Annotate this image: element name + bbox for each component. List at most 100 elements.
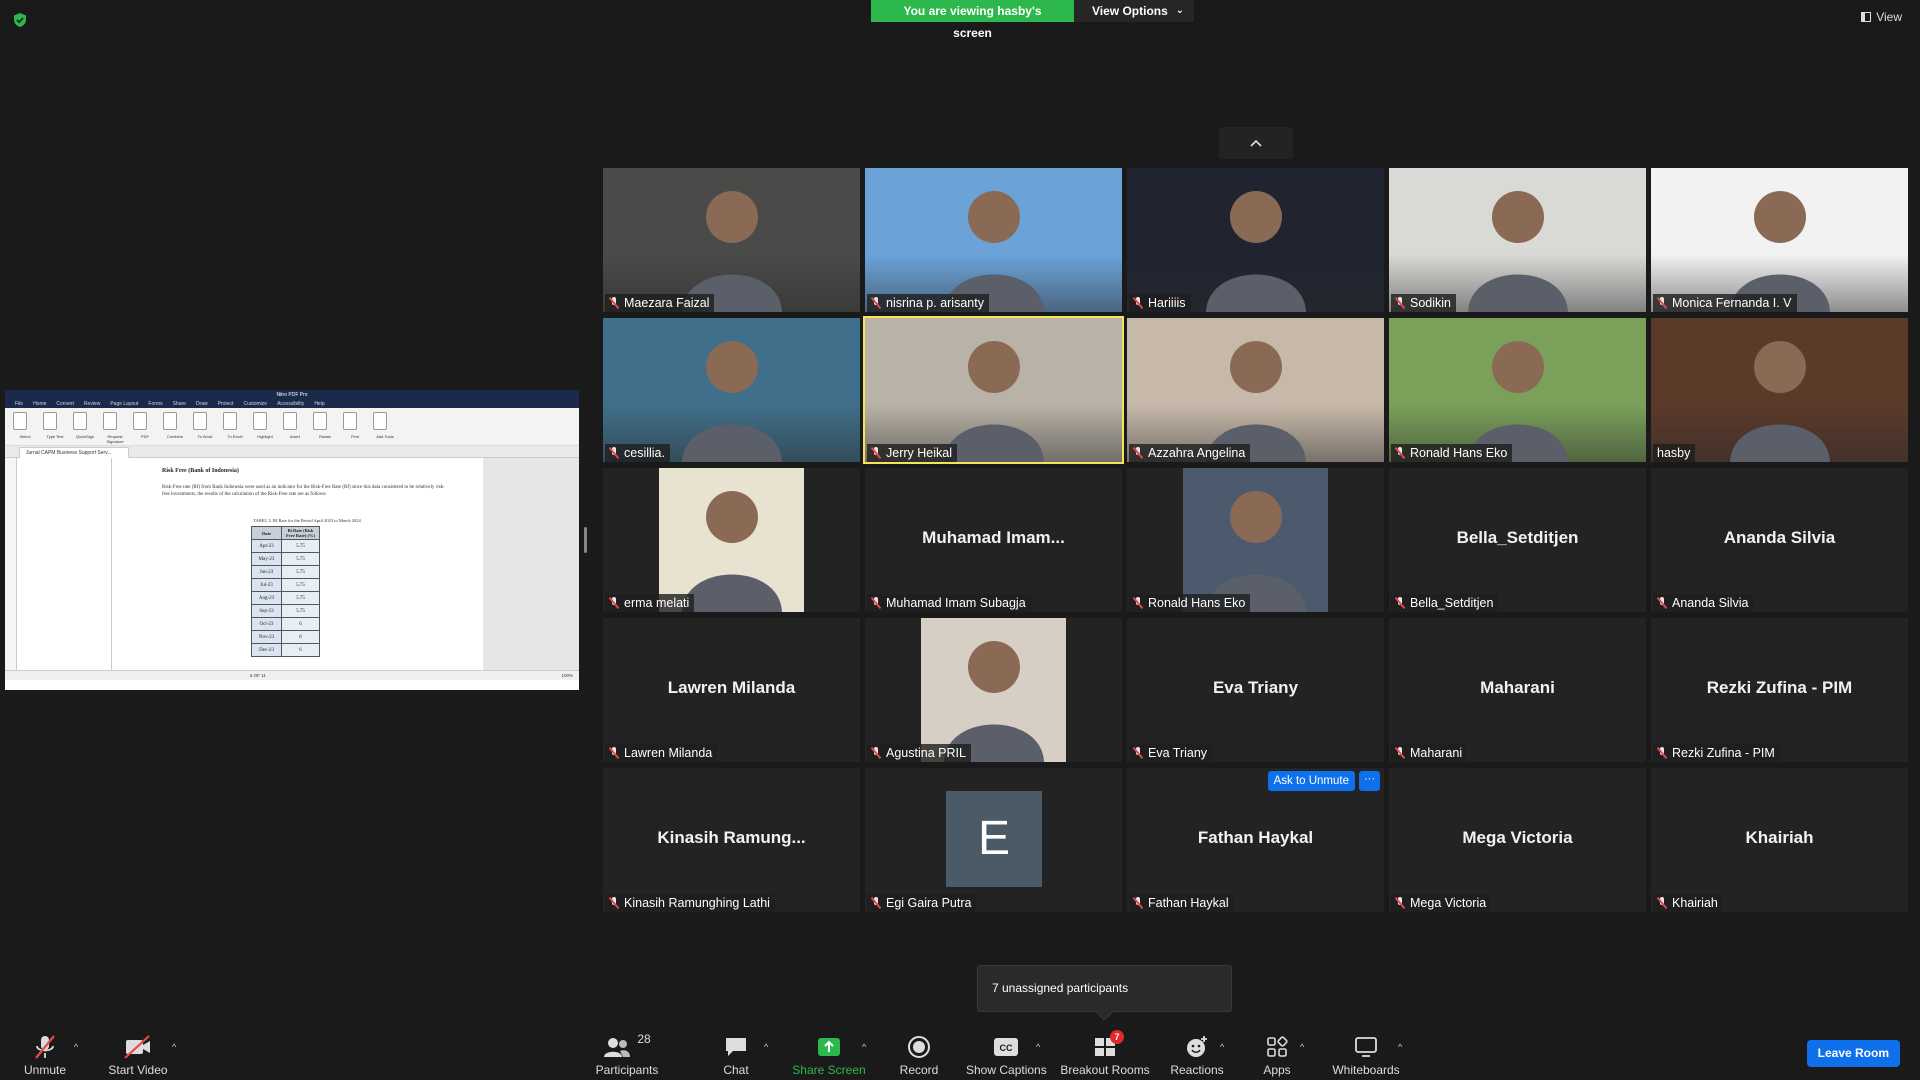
participant-name: nisrina p. arisanty bbox=[886, 296, 984, 310]
unmute-button[interactable]: Unmute bbox=[22, 1034, 68, 1077]
participant-name-label: Kinasih Ramunghing Lathi bbox=[605, 894, 775, 912]
table-cell-rate: 5.75 bbox=[281, 604, 320, 618]
table-cell-date: Jun-23 bbox=[251, 565, 282, 579]
microphone-muted-icon bbox=[609, 597, 619, 609]
start-video-button[interactable]: Start Video bbox=[108, 1034, 168, 1077]
participant-name-label: Lawren Milanda bbox=[605, 744, 718, 762]
view-options-dropdown[interactable]: View Options ⌄ bbox=[1074, 0, 1194, 22]
participant-name: Agustina PRIL bbox=[886, 746, 966, 760]
pdf-ribbon-tool-label: To Word bbox=[197, 434, 213, 439]
participant-tile[interactable]: Ananda Silvia Ananda Silvia bbox=[1651, 468, 1908, 612]
participant-tile[interactable]: Lawren Milanda Lawren Milanda bbox=[603, 618, 860, 762]
apps-button[interactable]: Apps bbox=[1260, 1034, 1294, 1077]
pdf-ribbon-tool-label: To Excel bbox=[227, 434, 243, 439]
share-options-caret-icon[interactable]: ^ bbox=[862, 1042, 866, 1052]
shared-screen-view[interactable]: Nitro PDF Pro File Home Convert Review Page … bbox=[5, 390, 579, 690]
participant-tile[interactable]: Sodikin bbox=[1389, 168, 1646, 312]
participant-name: hasby bbox=[1657, 446, 1691, 460]
participants-button[interactable]: 28 Participants bbox=[592, 1032, 662, 1077]
participant-tile[interactable]: Ronald Hans Eko bbox=[1389, 318, 1646, 462]
participant-display-name: Bella_Setditjen bbox=[1456, 528, 1579, 547]
ask-to-unmute-button[interactable]: Ask to Unmute bbox=[1267, 771, 1355, 791]
participant-tile[interactable]: Maezara Faizal bbox=[603, 168, 860, 312]
participant-tile[interactable]: Ronald Hans Eko bbox=[1127, 468, 1384, 612]
table-cell-date: Aug-23 bbox=[251, 591, 282, 605]
split-view-handle[interactable] bbox=[584, 527, 587, 553]
apps-options-caret-icon[interactable]: ^ bbox=[1300, 1042, 1304, 1052]
table-cell-date: Dec-23 bbox=[251, 643, 282, 657]
whiteboards-options-caret-icon[interactable]: ^ bbox=[1398, 1042, 1402, 1052]
participant-tile[interactable]: Hariiiis bbox=[1127, 168, 1384, 312]
participant-video bbox=[1127, 318, 1384, 462]
pdf-menu-item: Protect bbox=[217, 401, 234, 407]
participant-tile[interactable]: erma melati bbox=[603, 468, 860, 612]
table-row: Oct-23 6 bbox=[251, 617, 320, 631]
participant-tile[interactable]: Muhamad Imam... Muhamad Imam Subagja bbox=[865, 468, 1122, 612]
pdf-ribbon-tool-label: Rotate bbox=[319, 434, 331, 439]
pdf-app-title: Nitro PDF Pro bbox=[5, 390, 579, 400]
participant-tile[interactable]: Mega Victoria Mega Victoria bbox=[1389, 768, 1646, 912]
pdf-menu-item: Page Layout bbox=[110, 401, 139, 407]
participant-name-label: Bella_Setditjen bbox=[1391, 594, 1499, 612]
participant-video bbox=[1389, 318, 1646, 462]
chat-options-caret-icon[interactable]: ^ bbox=[764, 1042, 768, 1052]
leave-room-button[interactable]: Leave Room bbox=[1806, 1040, 1900, 1067]
participant-tile[interactable]: nisrina p. arisanty bbox=[865, 168, 1122, 312]
microphone-muted-icon bbox=[1395, 297, 1405, 309]
participant-name-label: Maezara Faizal bbox=[605, 294, 715, 312]
participant-name-label: Ronald Hans Eko bbox=[1391, 444, 1513, 462]
record-button[interactable]: Record bbox=[896, 1034, 942, 1077]
reactions-options-caret-icon[interactable]: ^ bbox=[1220, 1042, 1224, 1052]
participant-tile[interactable]: Rezki Zufina - PIM Rezki Zufina - PIM bbox=[1651, 618, 1908, 762]
participant-name: cesillia. bbox=[624, 446, 665, 460]
participant-tile[interactable]: Agustina PRIL bbox=[865, 618, 1122, 762]
security-shield-icon[interactable] bbox=[12, 12, 28, 28]
captions-options-caret-icon[interactable]: ^ bbox=[1036, 1042, 1040, 1052]
gallery-page-up-button[interactable] bbox=[1219, 127, 1293, 159]
microphone-muted-icon bbox=[1657, 597, 1667, 609]
tile-more-options-button[interactable]: ··· bbox=[1359, 771, 1380, 791]
table-row: Jun-23 5.75 bbox=[251, 565, 320, 579]
participant-tile[interactable]: Azzahra Angelina bbox=[1127, 318, 1384, 462]
participant-tile[interactable]: Bella_Setditjen Bella_Setditjen bbox=[1389, 468, 1646, 612]
participant-tile[interactable]: Monica Fernanda I. V bbox=[1651, 168, 1908, 312]
participant-tile[interactable]: Eva Triany Eva Triany bbox=[1127, 618, 1384, 762]
participant-tile[interactable]: Jerry Heikal bbox=[863, 316, 1124, 464]
participant-tile[interactable]: cesillia. bbox=[603, 318, 860, 462]
participant-tile[interactable]: E Egi Gaira Putra bbox=[865, 768, 1122, 912]
participant-name: Sodikin bbox=[1410, 296, 1451, 310]
participant-name-label: cesillia. bbox=[605, 444, 670, 462]
breakout-rooms-button[interactable]: 7 Breakout Rooms bbox=[1060, 1030, 1150, 1077]
chat-button[interactable]: Chat bbox=[716, 1034, 756, 1077]
pdf-menu-item: Convert bbox=[56, 401, 74, 407]
participant-name-label: erma melati bbox=[605, 594, 695, 612]
participant-tile[interactable]: hasby bbox=[1651, 318, 1908, 462]
chevron-up-icon bbox=[1250, 139, 1262, 147]
pdf-ribbon-tool-icon bbox=[253, 412, 267, 430]
pdf-ribbon-tool-icon bbox=[73, 412, 87, 430]
participant-tile[interactable]: Khairiah Khairiah bbox=[1651, 768, 1908, 912]
participant-name-label: Egi Gaira Putra bbox=[867, 894, 977, 912]
participant-tile[interactable]: Maharani Maharani bbox=[1389, 618, 1646, 762]
audio-options-caret-icon[interactable]: ^ bbox=[74, 1042, 78, 1052]
view-layout-button[interactable]: View bbox=[1861, 10, 1902, 24]
reactions-button[interactable]: Reactions bbox=[1170, 1034, 1224, 1077]
whiteboards-button[interactable]: Whiteboards bbox=[1330, 1034, 1402, 1077]
share-screen-button[interactable]: Share Screen bbox=[792, 1034, 866, 1077]
participant-video bbox=[1651, 318, 1908, 462]
start-video-label: Start Video bbox=[108, 1063, 168, 1077]
pdf-menu-item: Forms bbox=[148, 401, 163, 407]
viewing-screen-text: You are viewing hasby's screen bbox=[871, 0, 1074, 40]
participant-name-label: Ronald Hans Eko bbox=[1129, 594, 1251, 612]
participant-silhouette bbox=[1458, 168, 1578, 312]
participant-silhouette bbox=[934, 318, 1054, 462]
show-captions-button[interactable]: CC Show Captions bbox=[966, 1034, 1047, 1077]
participant-name: Rezki Zufina - PIM bbox=[1672, 746, 1775, 760]
pdf-ribbon-tool-icon bbox=[13, 412, 27, 430]
microphone-muted-icon bbox=[1133, 597, 1143, 609]
chat-bubble-icon bbox=[726, 1038, 746, 1056]
participant-tile[interactable]: Kinasih Ramung... Kinasih Ramunghing Lath… bbox=[603, 768, 860, 912]
video-options-caret-icon[interactable]: ^ bbox=[172, 1042, 176, 1052]
participant-tile[interactable]: Fathan Haykal Ask to Unmute ··· Fathan Hayk… bbox=[1127, 768, 1384, 912]
participant-name: Ananda Silvia bbox=[1672, 596, 1749, 610]
